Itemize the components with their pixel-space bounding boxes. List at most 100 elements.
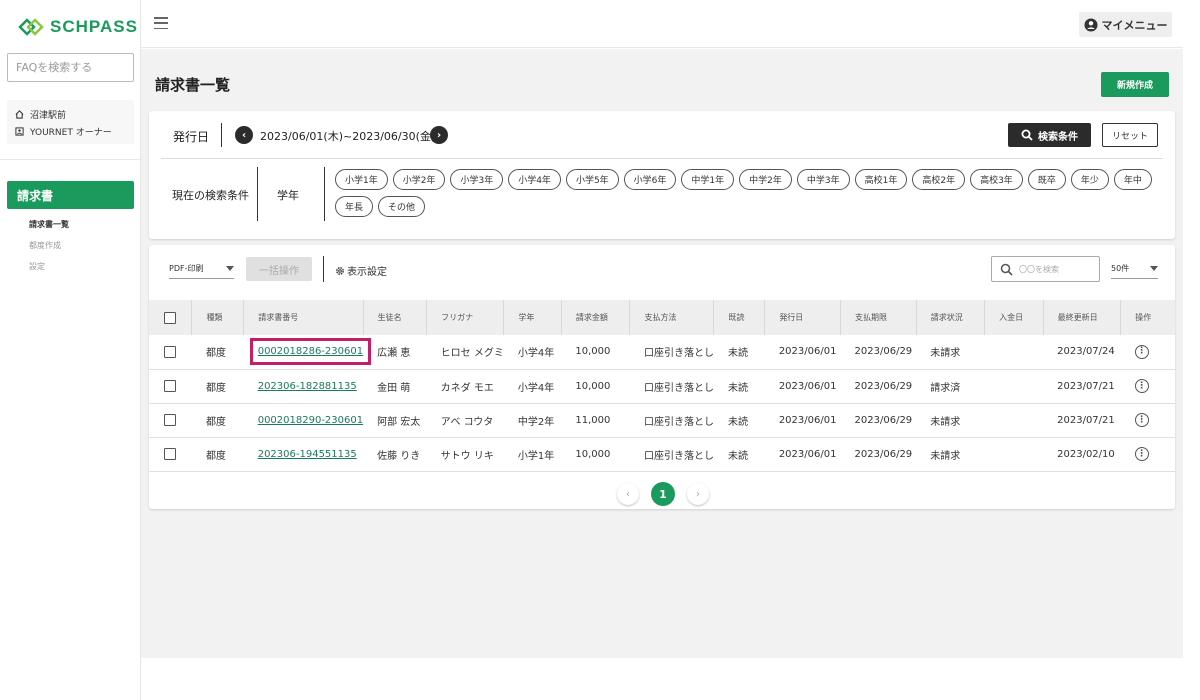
keyword-search-input[interactable]: 〇〇を検索 bbox=[991, 256, 1100, 282]
amount-cell: 10,000 bbox=[561, 369, 630, 404]
brand-logo[interactable]: SCHPASS bbox=[18, 14, 138, 40]
grade-chip[interactable]: 年長 bbox=[335, 196, 374, 217]
brand-name: SCHPASS bbox=[50, 17, 138, 36]
column-header[interactable]: フリガナ bbox=[426, 300, 505, 335]
billing-status-cell: 請求済 bbox=[916, 369, 985, 404]
invoice-number-link[interactable]: 202306-194551135 bbox=[258, 449, 357, 460]
grade-chip[interactable]: 中学3年 bbox=[796, 169, 850, 190]
subnav-settings[interactable]: 設定 bbox=[29, 261, 45, 272]
table-header-row: 種類 請求書番号 生徒名 フリガナ 学年 請求金額 支払方法 既読 発行日 支払… bbox=[149, 300, 1175, 335]
due-date-cell: 2023/06/29 bbox=[840, 403, 917, 438]
column-header[interactable]: 発行日 bbox=[764, 300, 842, 335]
grade-chips: 小学1年 小学2年 小学3年 小学4年 小学5年 小学6年 中学1年 中学2年 … bbox=[335, 169, 1155, 217]
grade-chip[interactable]: 小学4年 bbox=[508, 169, 561, 190]
grade-chip[interactable]: 小学1年 bbox=[335, 169, 388, 190]
column-header[interactable]: 最終更新日 bbox=[1043, 300, 1122, 335]
current-conditions-label: 現在の検索条件 bbox=[172, 189, 249, 202]
pdf-print-select[interactable]: PDF-印刷 bbox=[169, 259, 234, 279]
column-header[interactable]: 学年 bbox=[503, 300, 562, 335]
grade-chip[interactable]: 小学5年 bbox=[565, 169, 619, 190]
grade-chip[interactable]: 高校2年 bbox=[912, 169, 966, 190]
account-circle-icon bbox=[1084, 18, 1097, 31]
kana-cell: アベ コウタ bbox=[426, 403, 504, 438]
grade-chip[interactable]: 高校3年 bbox=[970, 169, 1023, 190]
grade-chip[interactable]: 既卒 bbox=[1027, 169, 1066, 190]
grade-chip[interactable]: 中学1年 bbox=[681, 169, 735, 190]
invoice-number-link[interactable]: 202306-182881135 bbox=[258, 381, 357, 392]
column-header[interactable]: 支払方法 bbox=[629, 300, 715, 335]
gear-icon bbox=[336, 266, 344, 275]
column-header[interactable]: 支払期限 bbox=[840, 300, 917, 335]
current-page[interactable]: 1 bbox=[651, 482, 675, 506]
next-month-button[interactable]: › bbox=[430, 126, 448, 144]
grade-chip[interactable]: その他 bbox=[378, 196, 426, 217]
column-header[interactable]: 入金日 bbox=[984, 300, 1044, 335]
sidebar: SCHPASS 沼津駅前 YOURNET オーナー 請求書 請求書一覧 都度作成… bbox=[0, 0, 141, 700]
column-header[interactable]: 請求金額 bbox=[561, 300, 631, 335]
column-header[interactable]: 種類 bbox=[191, 300, 245, 335]
search-conditions-button[interactable]: 検索条件 bbox=[1008, 123, 1091, 147]
type-cell: 都度 bbox=[191, 437, 244, 472]
grade-cell: 小学1年 bbox=[503, 437, 562, 472]
grade-chip[interactable]: 年少 bbox=[1070, 169, 1109, 190]
more-vert-icon[interactable]: ⋮ bbox=[1134, 413, 1149, 427]
row-checkbox[interactable] bbox=[164, 380, 176, 392]
row-checkbox[interactable] bbox=[164, 414, 176, 426]
select-all-checkbox[interactable] bbox=[164, 311, 176, 324]
user-badge-icon bbox=[15, 127, 24, 136]
issue-date-label: 発行日 bbox=[173, 130, 210, 144]
per-page-select[interactable]: 50件 bbox=[1111, 259, 1158, 279]
grade-label: 学年 bbox=[277, 189, 299, 202]
sidebar-divider bbox=[0, 159, 140, 160]
column-header[interactable]: 既読 bbox=[713, 300, 766, 335]
faq-search-input[interactable] bbox=[7, 53, 134, 82]
invoice-number-link[interactable]: 0002018286-230601 bbox=[249, 338, 372, 366]
subnav-invoice-list[interactable]: 請求書一覧 bbox=[29, 219, 69, 230]
kana-cell: ヒロセ メグミ bbox=[426, 335, 504, 370]
my-menu-button[interactable]: マイメニュー bbox=[1079, 12, 1172, 37]
more-vert-icon[interactable]: ⋮ bbox=[1134, 447, 1149, 461]
issue-date-cell: 2023/06/01 bbox=[764, 369, 841, 404]
due-date-cell: 2023/06/29 bbox=[840, 437, 917, 472]
chevron-left-icon: ‹ bbox=[241, 129, 247, 141]
student-name-cell: 佐藤 りき bbox=[363, 437, 427, 472]
student-name-cell: 広瀬 恵 bbox=[363, 335, 427, 370]
row-checkbox[interactable] bbox=[164, 448, 176, 460]
grade-chip[interactable]: 小学3年 bbox=[450, 169, 504, 190]
billing-status-cell: 未請求 bbox=[916, 335, 985, 370]
more-vert-icon[interactable]: ⋮ bbox=[1134, 379, 1149, 393]
chevron-left-icon: ‹ bbox=[626, 488, 630, 500]
grade-chip[interactable]: 高校1年 bbox=[854, 169, 908, 190]
display-settings-label: 表示設定 bbox=[347, 267, 387, 278]
prev-page-button[interactable]: ‹ bbox=[617, 483, 639, 505]
type-cell: 都度 bbox=[191, 403, 244, 438]
grade-chip[interactable]: 小学2年 bbox=[392, 169, 446, 190]
grade-chip[interactable]: 小学6年 bbox=[623, 169, 677, 190]
invoice-number-link[interactable]: 0002018290-230601 bbox=[258, 415, 363, 426]
row-checkbox[interactable] bbox=[164, 345, 176, 358]
right-strip bbox=[1183, 0, 1200, 700]
more-vert-icon[interactable]: ⋮ bbox=[1134, 344, 1149, 359]
column-header[interactable]: 請求状況 bbox=[916, 300, 986, 335]
sidebar-item-invoice[interactable]: 請求書 bbox=[7, 181, 134, 209]
table-row: 都度 0002018290-230601 阿部 宏太 アベ コウタ 中学2年 1… bbox=[149, 403, 1175, 438]
subnav-one-time-create[interactable]: 都度作成 bbox=[29, 240, 61, 251]
search-placeholder: 〇〇を検索 bbox=[1019, 264, 1059, 274]
payment-method-cell: 口座引き落とし bbox=[629, 437, 714, 472]
chevron-right-icon: › bbox=[696, 488, 700, 500]
column-header[interactable]: 生徒名 bbox=[363, 300, 428, 335]
grade-chip[interactable]: 中学2年 bbox=[739, 169, 792, 190]
reset-button[interactable]: リセット bbox=[1102, 123, 1158, 147]
hamburger-menu-icon[interactable] bbox=[154, 17, 168, 29]
new-create-button[interactable]: 新規作成 bbox=[1101, 72, 1169, 97]
bulk-action-button[interactable]: 一括操作 bbox=[246, 257, 312, 281]
next-page-button[interactable]: › bbox=[687, 483, 709, 505]
payment-method-cell: 口座引き落とし bbox=[629, 369, 714, 404]
grade-chip[interactable]: 年中 bbox=[1113, 169, 1152, 190]
display-settings-button[interactable]: 表示設定 bbox=[335, 263, 387, 278]
payment-method-cell: 口座引き落とし bbox=[629, 335, 714, 370]
separator bbox=[221, 123, 222, 147]
read-status-cell: 未読 bbox=[713, 369, 765, 404]
column-header[interactable]: 請求書番号 bbox=[243, 300, 364, 335]
prev-month-button[interactable]: ‹ bbox=[235, 126, 253, 144]
